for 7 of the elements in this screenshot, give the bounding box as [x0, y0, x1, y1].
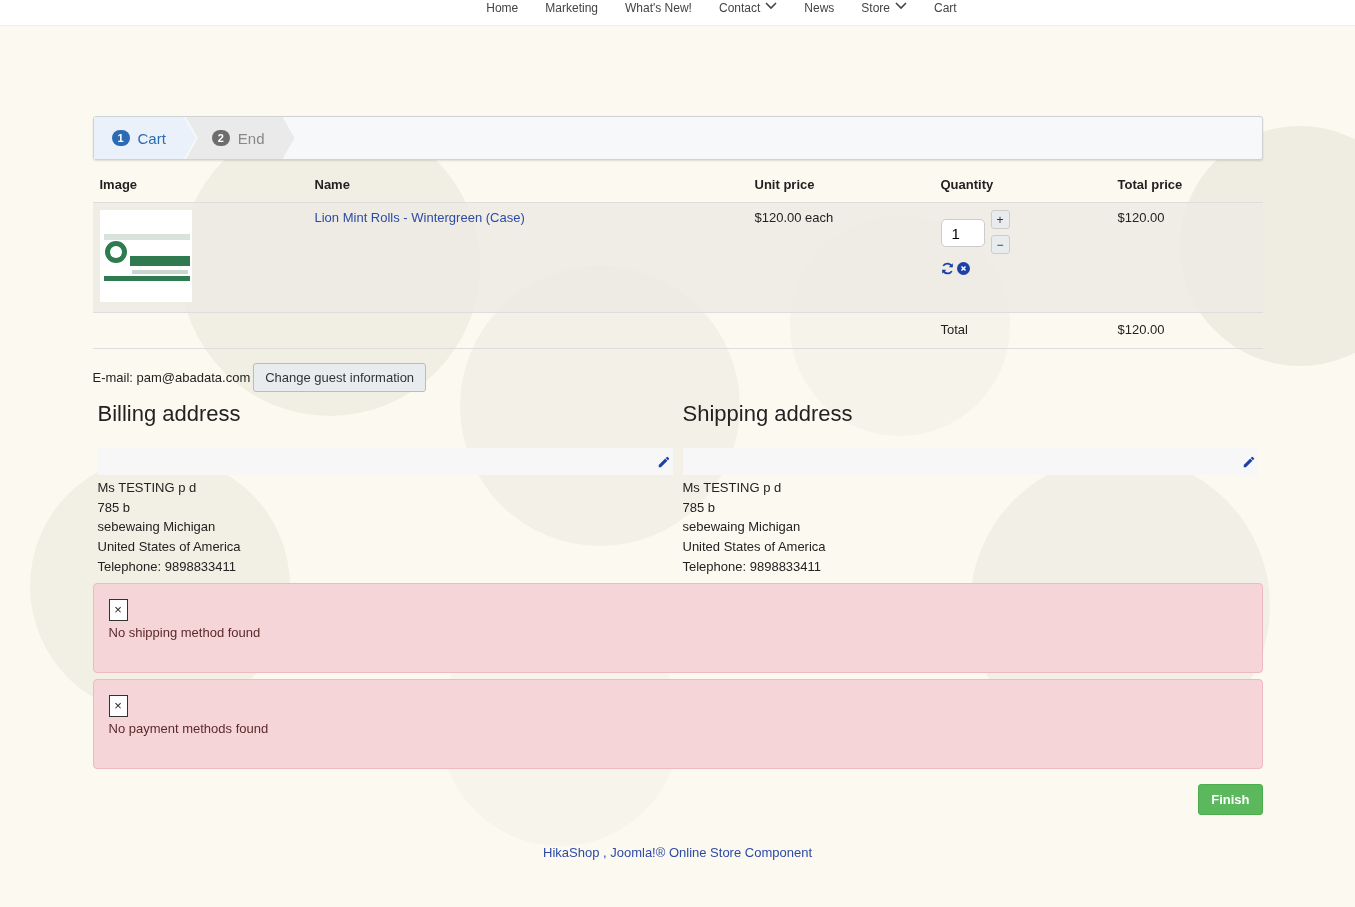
nav-link[interactable]: Marketing: [545, 2, 598, 25]
nav-link[interactable]: News: [804, 2, 835, 25]
nav-link[interactable]: What's New!: [625, 2, 692, 25]
nav-link[interactable]: Home: [486, 2, 519, 25]
nav-link[interactable]: Contact: [718, 2, 778, 25]
nav-link[interactable]: Cart: [934, 2, 957, 25]
nav-link[interactable]: Store: [861, 2, 908, 25]
